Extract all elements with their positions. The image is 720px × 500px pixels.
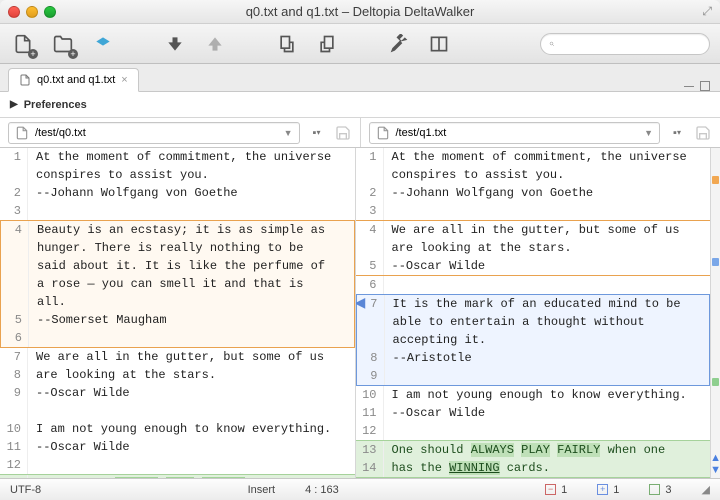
tab-bar: q0.txt and q1.txt ×	[0, 64, 720, 92]
left-path-input[interactable]: /test/q0.txt ▼	[8, 122, 300, 144]
layout-button[interactable]	[426, 31, 452, 57]
chevron-down-icon[interactable]: ▼	[284, 128, 293, 138]
maximize-pane-icon[interactable]	[700, 81, 710, 91]
nav-down-icon[interactable]: ▼	[710, 464, 720, 476]
new-file-button[interactable]: +	[10, 31, 36, 57]
insert-mode-label[interactable]: Insert	[248, 484, 276, 496]
search-icon	[549, 38, 555, 50]
search-input[interactable]	[559, 38, 701, 50]
cloud-button[interactable]	[90, 31, 116, 57]
status-bar: UTF-8 Insert 4 : 163 1 1 3 ◢	[0, 478, 720, 500]
right-editor[interactable]: 1At the moment of commitment, the univer…	[356, 148, 711, 478]
overview-mark-removed[interactable]	[712, 176, 719, 184]
save-button[interactable]	[334, 124, 352, 142]
left-editor[interactable]: 1At the moment of commitment, the univer…	[0, 148, 356, 478]
document-icon	[19, 74, 31, 86]
zoom-window-button[interactable]	[44, 6, 56, 18]
diff-block-changed: 13One should ALWAYS PLAY FAIRLY when one…	[356, 440, 711, 478]
overview-ruler[interactable]: ▲ ▼	[710, 148, 720, 478]
save-button[interactable]	[694, 124, 712, 142]
diff-block-removed: 4Beauty is an ecstasy; it is as simple a…	[0, 220, 355, 348]
main-toolbar: + +	[0, 24, 720, 64]
chevron-down-icon[interactable]: ▼	[644, 128, 653, 138]
diff-block-changed: 13One should always play fairly when one…	[0, 474, 355, 478]
document-icon	[15, 126, 29, 140]
right-file-pane: /test/q1.txt ▼ ▪▾	[361, 118, 720, 147]
overview-mark-added[interactable]	[712, 258, 719, 266]
diff-panes: 1At the moment of commitment, the univer…	[0, 148, 720, 478]
tab-close-button[interactable]: ×	[121, 74, 127, 86]
minimize-pane-icon[interactable]	[684, 86, 694, 87]
plus-icon	[597, 484, 608, 495]
file-path-bar: /test/q0.txt ▼ ▪▾ /test/q1.txt ▼ ▪▾	[0, 118, 720, 148]
added-count: 1	[597, 484, 619, 496]
tab-label: q0.txt and q1.txt	[37, 74, 115, 86]
diff-block-added: ◀ 7It is the mark of an educated mind to…	[356, 294, 711, 386]
next-diff-button[interactable]	[162, 31, 188, 57]
merge-left-arrow-icon[interactable]: ◀	[356, 295, 366, 313]
window-controls	[8, 6, 56, 18]
copy-right-button[interactable]	[314, 31, 340, 57]
fullscreen-icon[interactable]: ⤢	[702, 4, 712, 19]
left-file-pane: /test/q0.txt ▼ ▪▾	[0, 118, 361, 147]
titlebar: q0.txt and q1.txt – Deltopia DeltaWalker…	[0, 0, 720, 24]
document-icon	[376, 126, 390, 140]
resize-grip-icon[interactable]: ◢	[702, 483, 710, 496]
close-window-button[interactable]	[8, 6, 20, 18]
left-path-text: /test/q0.txt	[35, 127, 86, 139]
preferences-label: Preferences	[24, 99, 87, 111]
search-box[interactable]	[540, 33, 710, 55]
minus-icon	[545, 484, 556, 495]
settings-button[interactable]	[386, 31, 412, 57]
preferences-bar[interactable]: ▶ Preferences	[0, 92, 720, 118]
encoding-label[interactable]: UTF-8	[10, 484, 41, 496]
minimize-window-button[interactable]	[26, 6, 38, 18]
pane-controls	[684, 81, 710, 91]
overview-mark-changed[interactable]	[712, 378, 719, 386]
right-path-input[interactable]: /test/q1.txt ▼	[369, 122, 661, 144]
new-folder-button[interactable]: +	[50, 31, 76, 57]
file-tab[interactable]: q0.txt and q1.txt ×	[8, 68, 139, 92]
changed-icon	[649, 484, 660, 495]
removed-count: 1	[545, 484, 567, 496]
changed-count: 3	[649, 484, 671, 496]
window-title: q0.txt and q1.txt – Deltopia DeltaWalker	[0, 4, 720, 19]
copy-left-button[interactable]	[274, 31, 300, 57]
browse-folder-button[interactable]: ▪▾	[308, 124, 326, 142]
disclosure-triangle-icon[interactable]: ▶	[10, 99, 18, 110]
right-path-text: /test/q1.txt	[396, 127, 447, 139]
diff-block-moved: 4We are all in the gutter, but some of u…	[356, 220, 711, 276]
prev-diff-button[interactable]	[202, 31, 228, 57]
cursor-position: 4 : 163	[305, 484, 339, 496]
overview-nav: ▲ ▼	[711, 452, 720, 476]
nav-up-icon[interactable]: ▲	[710, 452, 720, 464]
browse-folder-button[interactable]: ▪▾	[668, 124, 686, 142]
